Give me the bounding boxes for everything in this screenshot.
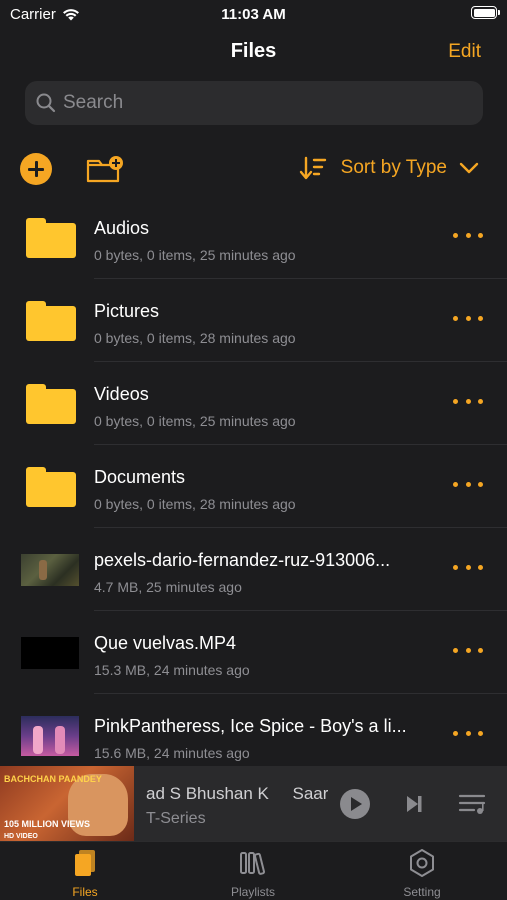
toolbar: Sort by Type: [0, 150, 507, 190]
skip-next-icon[interactable]: [404, 794, 424, 814]
search-input[interactable]: [63, 92, 443, 114]
item-name: Audios: [94, 218, 150, 238]
mini-player[interactable]: BACHCHAN PAANDEY 105 MILLION VIEWS HD VI…: [0, 766, 507, 841]
more-options-icon[interactable]: [453, 482, 483, 492]
tab-bar: Files Playlists Setting: [0, 841, 507, 900]
search-icon: [36, 93, 56, 113]
sort-order-icon: [299, 156, 326, 180]
tab-label: Playlists: [230, 885, 275, 899]
now-playing-artist: T-Series: [146, 810, 206, 827]
item-meta: 15.3 MB, 24 minutes ago: [94, 662, 250, 678]
tab-label: Setting: [403, 885, 441, 899]
more-options-icon[interactable]: [453, 399, 483, 409]
now-playing-info: ad S Bhushan K Saar T-Series: [146, 784, 328, 828]
navigation-bar: Files Edit: [0, 36, 507, 70]
more-options-icon[interactable]: [453, 648, 483, 658]
list-item[interactable]: Audios 0 bytes, 0 items, 25 minutes ago: [0, 196, 507, 279]
list-item[interactable]: pexels-dario-fernandez-ruz-913006... 4.7…: [0, 528, 507, 611]
video-thumbnail: [21, 636, 79, 669]
item-name: pexels-dario-fernandez-ruz-913006...: [94, 550, 391, 570]
status-bar: Carrier 11:03 AM: [0, 0, 507, 30]
artwork-badge: HD VIDEO: [4, 833, 38, 840]
list-item[interactable]: Que vuelvas.MP4 15.3 MB, 24 minutes ago: [0, 611, 507, 694]
item-name: Videos: [94, 384, 149, 404]
tab-files[interactable]: Files: [30, 848, 140, 899]
sort-button[interactable]: Sort by Type: [299, 155, 479, 181]
item-name: PinkPantheress, Ice Spice - Boy's a li..…: [94, 716, 407, 736]
item-meta: 0 bytes, 0 items, 25 minutes ago: [94, 247, 296, 263]
item-meta: 4.7 MB, 25 minutes ago: [94, 579, 242, 595]
now-playing-title: ad S Bhushan K Saar: [146, 784, 328, 803]
files-icon: [75, 850, 95, 876]
item-meta: 0 bytes, 0 items, 28 minutes ago: [94, 496, 296, 512]
video-thumbnail: [21, 553, 79, 586]
sort-label: Sort by Type: [340, 157, 447, 178]
item-meta: 15.6 MB, 24 minutes ago: [94, 745, 250, 761]
artwork-title: BACHCHAN PAANDEY: [4, 774, 102, 784]
folder-icon: [24, 383, 76, 424]
item-meta: 0 bytes, 0 items, 25 minutes ago: [94, 413, 296, 429]
file-list: Audios 0 bytes, 0 items, 25 minutes ago …: [0, 196, 507, 777]
tab-label: Files: [72, 885, 98, 899]
edit-button[interactable]: Edit: [448, 41, 481, 63]
tab-playlists[interactable]: Playlists: [198, 848, 308, 899]
folder-icon: [24, 217, 76, 258]
video-thumbnail: [21, 715, 79, 756]
chevron-down-icon: [459, 162, 479, 174]
more-options-icon[interactable]: [453, 316, 483, 326]
play-button[interactable]: [340, 789, 370, 819]
item-name: Pictures: [94, 301, 160, 321]
list-item[interactable]: Videos 0 bytes, 0 items, 25 minutes ago: [0, 362, 507, 445]
add-button[interactable]: [20, 153, 52, 185]
folder-icon: [24, 466, 76, 507]
more-options-icon[interactable]: [453, 565, 483, 575]
artwork-views: 105 MILLION VIEWS: [4, 819, 91, 829]
clock: 11:03 AM: [221, 6, 286, 23]
item-name: Documents: [94, 467, 186, 487]
folder-icon: [24, 300, 76, 341]
gear-icon: [410, 849, 434, 877]
more-options-icon[interactable]: [453, 233, 483, 243]
list-item[interactable]: Pictures 0 bytes, 0 items, 28 minutes ag…: [0, 279, 507, 362]
playlists-icon: [240, 852, 266, 875]
queue-icon[interactable]: [458, 793, 488, 815]
page-title: Files: [230, 40, 277, 62]
list-item[interactable]: Documents 0 bytes, 0 items, 28 minutes a…: [0, 445, 507, 528]
tab-setting[interactable]: Setting: [367, 848, 477, 899]
battery-icon: [471, 6, 500, 19]
item-meta: 0 bytes, 0 items, 28 minutes ago: [94, 330, 296, 346]
more-options-icon[interactable]: [453, 731, 483, 741]
new-folder-icon[interactable]: [86, 154, 124, 184]
album-artwork: BACHCHAN PAANDEY 105 MILLION VIEWS HD VI…: [0, 766, 134, 841]
item-name: Que vuelvas.MP4: [94, 633, 237, 653]
list-item[interactable]: PinkPantheress, Ice Spice - Boy's a li..…: [0, 694, 507, 777]
search-bar[interactable]: [25, 81, 483, 125]
